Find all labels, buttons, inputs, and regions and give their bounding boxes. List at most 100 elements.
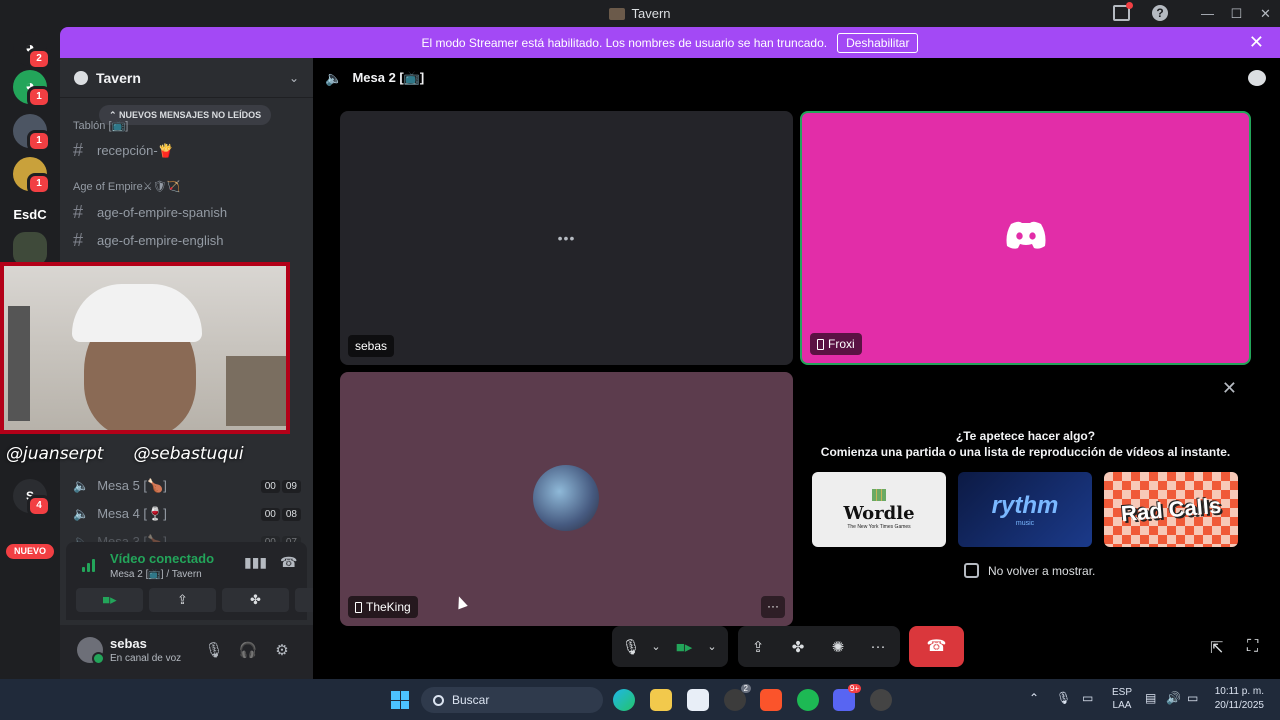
count-current: 00 (260, 507, 280, 521)
wordle-subtitle: The New York Times Games (847, 524, 911, 530)
channel-label: recepción-🍟 (97, 142, 174, 158)
dont-show-again-checkbox[interactable]: No volver a mostrar. (964, 563, 1095, 578)
checkbox-icon[interactable] (964, 563, 979, 578)
avatar[interactable] (77, 637, 105, 665)
close-window-button[interactable]: ✕ (1251, 6, 1280, 22)
file-explorer-icon[interactable] (650, 689, 672, 711)
close-icon[interactable]: ✕ (1222, 378, 1237, 399)
app-window: Tavern ? — ☐ ✕ ◕ 2 ◕ 1 1 1 EsdC S 4 N (0, 0, 1280, 720)
loading-dots-icon: ••• (557, 230, 576, 246)
speaker-icon: 🔈 (73, 478, 90, 493)
taskbar-clock[interactable]: 10:11 p. m. 20/11/2025 (1215, 685, 1264, 713)
disconnect-call-button[interactable]: ☎ (909, 626, 964, 667)
participant-tile-froxi[interactable]: Froxi (800, 111, 1251, 365)
more-options-button[interactable]: ··· (858, 638, 898, 655)
volume-icon[interactable]: 🔊 (1166, 691, 1181, 705)
connection-signal-icon[interactable] (82, 556, 100, 572)
category-age-of-empire[interactable]: Age of Empire⚔🛡🏹 (73, 180, 180, 193)
more-options-button[interactable]: ··· (761, 596, 785, 618)
discord-taskbar-icon[interactable]: 9+ (833, 684, 861, 711)
participant-tile-sebas[interactable]: ••• sebas (340, 111, 793, 365)
help-icon[interactable]: ? (1152, 5, 1168, 21)
direct-messages-button[interactable]: ◕ 2 (13, 32, 51, 70)
disconnect-icon[interactable]: ☎ (280, 554, 297, 571)
microphone-button[interactable]: 🎙 (616, 638, 646, 656)
noise-suppression-icon[interactable]: ▮▮▮ (244, 554, 267, 571)
server-esdc[interactable]: EsdC (8, 207, 52, 222)
activities-button[interactable]: ✤ (222, 588, 289, 612)
headphones-icon[interactable]: 🎧 (238, 641, 258, 659)
activity-controls: ⇪ ✤ ✺ ··· (738, 626, 900, 667)
banner-close-icon[interactable]: ✕ (1249, 33, 1264, 51)
channel-aoe-spanish[interactable]: # age-of-empire-spanish (73, 202, 227, 223)
voice-location[interactable]: Mesa 2 [📺] / Tavern (110, 569, 202, 580)
screen-share-icon: ⇪ (177, 592, 188, 607)
server-icon-2[interactable]: 1 (13, 114, 51, 152)
window-controls: — ☐ ✕ (1193, 0, 1280, 27)
server-icon-3[interactable]: 1 (13, 157, 51, 195)
activity-suggestion-panel: ✕ ¿Te apetece hacer algo? Comienza una p… (800, 372, 1251, 626)
display-tray-icon[interactable]: ▭ (1082, 691, 1093, 705)
activity-card-wordle[interactable]: Wordle The New York Times Games (812, 472, 946, 547)
voice-channel-label: Mesa 5 [🍗] (97, 478, 167, 493)
phone-hangup-icon: ☎ (926, 638, 947, 655)
screen-share-button[interactable]: ⇪ (149, 588, 216, 612)
screen-share-button[interactable]: ⇪ (738, 638, 778, 656)
pop-out-icon[interactable]: ⇱ (1210, 638, 1223, 658)
minimize-button[interactable]: — (1193, 6, 1222, 21)
speaker-icon: 🔈 (325, 69, 343, 86)
microsoft-store-icon[interactable] (687, 689, 709, 711)
voice-channel-label: Mesa 4 [🍷] (97, 506, 167, 521)
server-badge: 4 (27, 495, 51, 517)
channel-recepcion[interactable]: # recepción-🍟 (73, 140, 174, 161)
chevron-down-icon[interactable]: ⌄ (646, 640, 666, 653)
camera-toggle-button[interactable]: ■▸ (76, 588, 143, 612)
guild-header[interactable]: Tavern ⌄ (60, 58, 313, 98)
voice-channel-mesa-4[interactable]: 🔈 Mesa 4 [🍷] 00 08 (73, 506, 301, 522)
clock-time: 10:11 p. m. (1214, 686, 1264, 697)
rad-calls-title: Rad Calls (1119, 492, 1222, 526)
activity-card-rythm[interactable]: rythm music (958, 472, 1092, 547)
server-badge: 1 (27, 130, 51, 152)
settings-gear-icon[interactable]: ⚙ (272, 641, 292, 659)
server-icon-s[interactable]: S 4 (13, 479, 51, 517)
participant-tile-theking[interactable]: TheKing ··· (340, 372, 793, 626)
new-servers-pill[interactable]: NUEVO (6, 544, 54, 559)
handle-right: @sebastuqui (133, 444, 244, 464)
xbox-icon[interactable]: 2 (724, 684, 751, 711)
brave-browser-icon[interactable] (760, 689, 782, 711)
voice-status[interactable]: Vídeo conectado (110, 551, 214, 566)
microphone-tray-icon[interactable]: 🎙 (1056, 691, 1071, 705)
participant-name-text: sebas (355, 339, 388, 353)
server-icon-1[interactable]: ◕ 1 (13, 70, 51, 108)
disable-streamer-button[interactable]: Deshabilitar (837, 32, 919, 53)
microphone-icon[interactable]: 🎙 (204, 641, 224, 659)
mobile-phone-icon (817, 338, 824, 350)
category-tablon[interactable]: Tablón [📺] (73, 119, 128, 132)
spotify-icon[interactable] (797, 689, 819, 711)
activity-card-rad-calls[interactable]: Rad Calls (1104, 472, 1238, 547)
battery-icon[interactable]: ▭ (1187, 691, 1198, 705)
camera-button[interactable]: ■▸ (666, 638, 702, 656)
input-language[interactable]: ESP LAA (1112, 686, 1132, 712)
username[interactable]: sebas (110, 636, 147, 651)
chat-bubble-icon[interactable] (1248, 70, 1266, 86)
inbox-icon[interactable] (1113, 2, 1133, 21)
channel-aoe-english[interactable]: # age-of-empire-english (73, 230, 223, 251)
checkbox-label: No volver a mostrar. (988, 563, 1096, 578)
start-button[interactable] (391, 691, 409, 709)
network-icon[interactable]: ▤ (1145, 691, 1156, 705)
voice-channel-mesa-5[interactable]: 🔈 Mesa 5 [🍗] 00 09 (73, 478, 301, 494)
avatar (533, 465, 599, 531)
activities-button[interactable]: ✤ (778, 638, 818, 656)
obs-studio-icon[interactable] (870, 689, 892, 711)
chevron-down-icon[interactable]: ⌄ (702, 640, 722, 653)
fullscreen-icon[interactable]: ⛶ (1247, 638, 1258, 656)
chevron-up-icon[interactable]: ⌃ (1029, 691, 1039, 705)
taskbar-search[interactable]: Buscar (421, 687, 603, 713)
soundboard-button[interactable]: ✺ (818, 638, 858, 656)
user-count: 00 09 (260, 479, 301, 493)
server-icon-tavern[interactable] (13, 232, 47, 266)
maximize-button[interactable]: ☐ (1222, 6, 1251, 22)
edge-browser-icon[interactable] (613, 689, 635, 711)
